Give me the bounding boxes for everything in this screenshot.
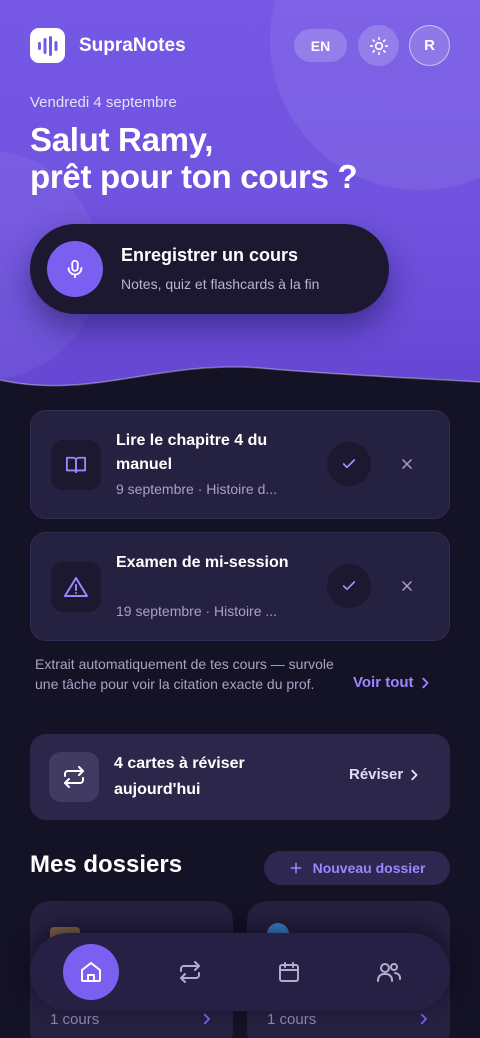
record-title: Enregistrer un cours [121,245,299,265]
folder-course-count: 1 cours [267,1011,317,1028]
language-button[interactable]: EN [294,29,347,62]
microphone-icon [67,259,83,279]
folders-heading: Mes dossiers [30,851,183,878]
complete-task-button[interactable] [327,564,371,608]
see-all-link[interactable]: Voir tout [353,674,430,691]
record-lecture-button[interactable]: Enregistrer un cours Notes, quiz et flas… [30,224,389,314]
task-card[interactable]: Examen de mi-session 19 septembre · Hist… [30,532,450,641]
close-icon [402,459,412,469]
users-icon [377,963,401,982]
plus-icon [290,862,302,874]
nav-review[interactable] [162,944,218,1000]
task-icon-box [51,440,101,490]
review-cards-banner[interactable]: 4 cartes à réviser aujourd'hui Réviser [30,734,450,820]
greeting-line: prêt pour ton cours ? [30,158,358,195]
mic-button[interactable] [47,241,103,297]
nav-calendar[interactable] [261,944,317,1000]
bottom-navigation [30,933,450,1011]
see-all-label: Voir tout [353,674,414,691]
theme-toggle-button[interactable] [358,25,399,66]
review-title: 4 cartes à réviser aujourd'hui [114,755,245,798]
tasks-note: Extrait automatiquement de tes cours — s… [35,656,334,692]
check-icon [342,459,356,469]
chevron-right-icon [420,1013,428,1025]
task-title: Lire le chapitre 4 du manuel [116,432,268,473]
chevron-right-icon [203,1013,211,1025]
task-card[interactable]: Lire le chapitre 4 du manuel 9 septembre… [30,410,450,519]
task-meta: 9 septembre · Histoire d... [116,481,278,497]
app-logo[interactable] [30,28,65,63]
nav-community[interactable] [361,944,417,1000]
home-icon [81,962,101,982]
nav-home[interactable] [63,944,119,1000]
dismiss-task-button[interactable] [393,572,421,600]
hero-wave [0,366,480,420]
review-button[interactable]: Réviser [349,766,419,783]
brand-name: SupraNotes [79,35,186,56]
review-button-label: Réviser [349,766,404,783]
chevron-right-icon [411,769,418,780]
waveform-logo-icon [37,35,57,56]
book-icon [66,456,86,474]
greeting-title: Salut Ramy, prêt pour ton cours ? [30,121,450,195]
top-bar: SupraNotes EN R [30,25,450,66]
complete-task-button[interactable] [327,442,371,486]
close-icon [402,581,412,591]
new-folder-label: Nouveau dossier [312,860,426,876]
record-subtitle: Notes, quiz et flashcards à la fin [121,276,320,292]
chevron-right-icon [421,677,429,688]
warning-icon [64,577,88,597]
task-title: Examen de mi-session [116,554,289,571]
folder-course-count: 1 cours [50,1011,100,1028]
check-icon [342,581,356,591]
task-icon-box [51,562,101,612]
calendar-icon [279,962,299,982]
review-icon-box [49,752,99,802]
repeat-icon [64,766,84,788]
repeat-icon [180,961,200,983]
sun-icon [369,36,388,55]
dismiss-task-button[interactable] [393,450,421,478]
current-date: Vendredi 4 septembre [30,94,177,111]
greeting-line: Salut Ramy, [30,121,214,158]
user-avatar[interactable]: R [409,25,450,66]
new-folder-button[interactable]: Nouveau dossier [264,851,450,885]
task-meta: 19 septembre · Histoire ... [116,603,278,619]
